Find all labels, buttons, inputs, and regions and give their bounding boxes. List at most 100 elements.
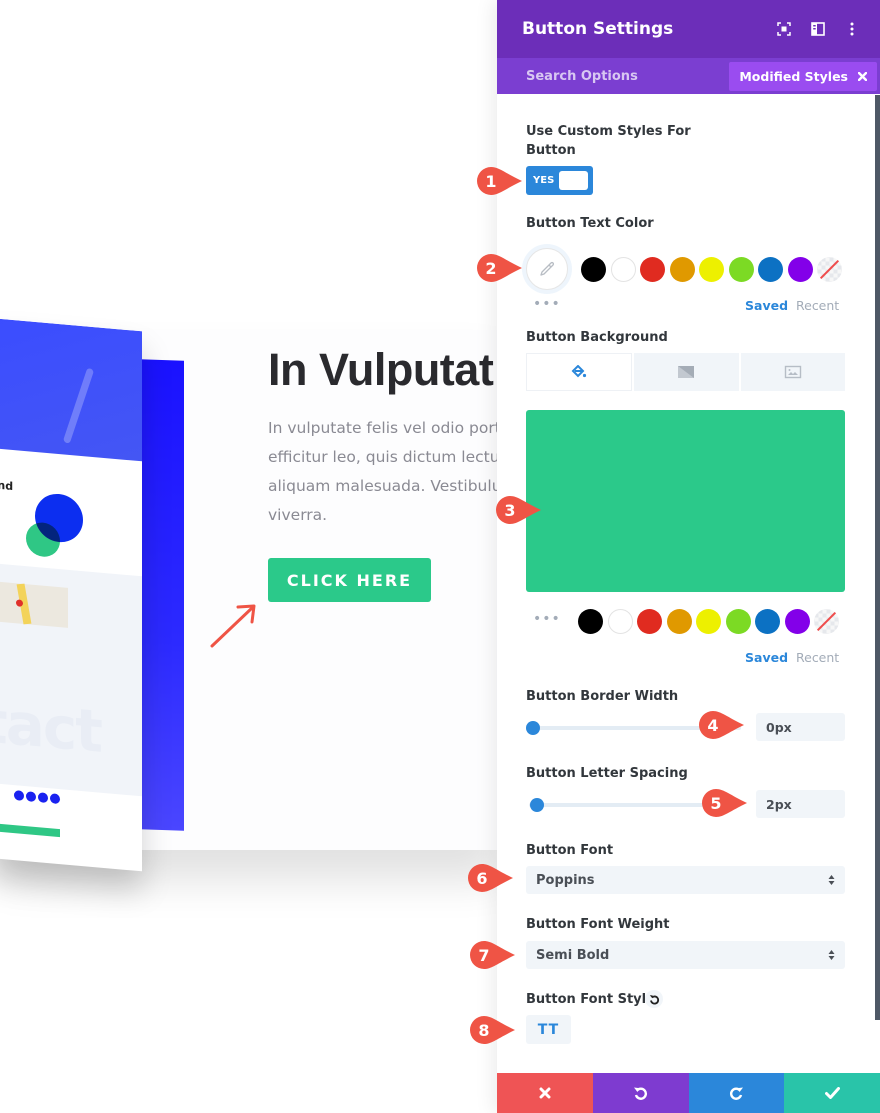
color-swatch[interactable] [640, 257, 665, 282]
callout-marker: 4 [698, 710, 744, 740]
search-options-input[interactable]: Search Options [497, 69, 729, 84]
text-color-saved-tab[interactable]: Saved [745, 298, 788, 313]
redo-icon [729, 1087, 743, 1100]
callout-marker: 3 [495, 495, 541, 525]
color-swatch[interactable] [669, 257, 695, 282]
callout-marker: 2 [476, 253, 522, 283]
hero-body-line: viverra. [268, 506, 328, 524]
background-color-palette [578, 609, 844, 634]
redo-button[interactable] [688, 1073, 785, 1113]
background-recent-tab[interactable]: Recent [796, 650, 839, 665]
hero-title: In Vulputat [268, 344, 494, 395]
font-weight-select[interactable]: Semi Bold [526, 941, 845, 969]
swatch-transparent[interactable] [814, 609, 839, 634]
sidebar-layout-icon[interactable] [810, 21, 826, 37]
letter-spacing-slider-handle[interactable] [530, 798, 545, 812]
mock-card-blue-panel [140, 359, 184, 831]
tab-background-gradient[interactable] [634, 353, 739, 391]
callout-marker: 8 [469, 1015, 515, 1045]
text-color-more-button[interactable]: ••• [533, 296, 561, 312]
background-color-preview[interactable] [526, 410, 845, 592]
text-color-palette [581, 257, 847, 282]
color-swatch[interactable] [784, 609, 810, 634]
background-type-tabs [526, 353, 845, 391]
color-swatch[interactable] [728, 257, 754, 282]
modified-styles-label: Modified Styles [739, 68, 848, 84]
modified-styles-filter[interactable]: Modified Styles [729, 61, 877, 91]
save-button[interactable] [784, 1073, 880, 1113]
paint-bucket-icon [571, 365, 587, 378]
mock-pen [62, 367, 95, 445]
color-swatch[interactable] [787, 257, 813, 282]
social-icon [50, 793, 60, 805]
border-width-label: Button Border Width [526, 689, 679, 704]
color-swatch[interactable] [578, 609, 603, 634]
border-width-input[interactable]: 0px [756, 713, 845, 741]
background-color-more-button[interactable]: ••• [533, 611, 561, 627]
panel-title: Button Settings [522, 19, 674, 39]
custom-styles-label-line2: Button [526, 143, 576, 158]
toggle-state-label: YES [533, 175, 555, 186]
background-label: Button Background [526, 330, 668, 345]
checkmark-icon [824, 1087, 840, 1099]
close-icon[interactable] [858, 71, 867, 81]
social-icon [26, 791, 36, 803]
uppercase-style-button[interactable]: TT [526, 1015, 571, 1044]
more-vertical-icon[interactable] [844, 21, 860, 37]
panel-footer [497, 1073, 880, 1113]
gradient-icon [678, 366, 695, 378]
custom-styles-toggle[interactable]: YES [526, 166, 593, 195]
select-caret-icon [828, 875, 835, 885]
callout-marker: 6 [467, 863, 513, 893]
color-swatch[interactable] [755, 609, 780, 634]
color-swatch[interactable] [666, 609, 692, 634]
mock-contact-section: tact [0, 563, 142, 797]
text-color-recent-tab[interactable]: Recent [796, 298, 839, 313]
font-style-label: Button Font Style [526, 992, 655, 1007]
color-swatch[interactable] [637, 609, 662, 634]
image-icon [784, 365, 802, 379]
color-swatch[interactable] [696, 609, 721, 634]
hero-body: In vulputate felis vel odio portt effici… [268, 414, 508, 530]
font-weight-select-value: Semi Bold [536, 947, 610, 963]
social-icon [38, 792, 48, 804]
swatch-transparent[interactable] [817, 257, 842, 282]
button-settings-panel: Button Settings Search Options Modified … [497, 0, 880, 1113]
color-swatch[interactable] [699, 257, 724, 282]
undo-icon [634, 1087, 648, 1100]
background-saved-tab[interactable]: Saved [745, 650, 788, 665]
cancel-button[interactable] [497, 1073, 593, 1113]
tab-background-color[interactable] [526, 353, 633, 391]
mock-map [0, 581, 68, 628]
undo-button[interactable] [592, 1073, 689, 1113]
hero-body-line: efficitur leo, quis dictum lectus [268, 448, 508, 466]
hero-body-line: aliquam malesuada. Vestibulu [268, 477, 502, 495]
mock-signup-button [0, 823, 60, 838]
tab-background-image[interactable] [740, 353, 845, 391]
panel-header: Button Settings [497, 0, 880, 58]
mock-bigword: tact [0, 687, 101, 766]
toggle-knob [559, 171, 588, 190]
color-swatch[interactable] [610, 257, 636, 282]
callout-marker: 7 [469, 940, 515, 970]
annotation-arrow-icon [210, 604, 256, 648]
custom-styles-label: Use Custom Styles For [526, 124, 691, 139]
color-swatch[interactable] [607, 609, 633, 634]
font-select[interactable]: Poppins [526, 866, 845, 894]
mock-page-card: and tact [0, 318, 142, 872]
font-label: Button Font [526, 843, 614, 858]
color-swatch[interactable] [758, 257, 783, 282]
text-color-label: Button Text Color [526, 216, 654, 231]
select-caret-icon [828, 950, 835, 960]
focus-icon[interactable] [776, 21, 792, 37]
cta-button[interactable]: CLICK HERE [268, 558, 431, 602]
letter-spacing-label: Button Letter Spacing [526, 766, 688, 781]
border-width-slider-handle[interactable] [526, 721, 540, 735]
panel-scrollbar[interactable] [875, 95, 880, 1020]
letter-spacing-input[interactable]: 2px [756, 790, 845, 818]
color-swatch[interactable] [581, 257, 606, 282]
color-swatch[interactable] [725, 609, 751, 634]
text-color-picker-button[interactable] [526, 248, 568, 290]
map-pin-icon [16, 599, 23, 607]
reset-icon[interactable] [645, 990, 663, 1008]
